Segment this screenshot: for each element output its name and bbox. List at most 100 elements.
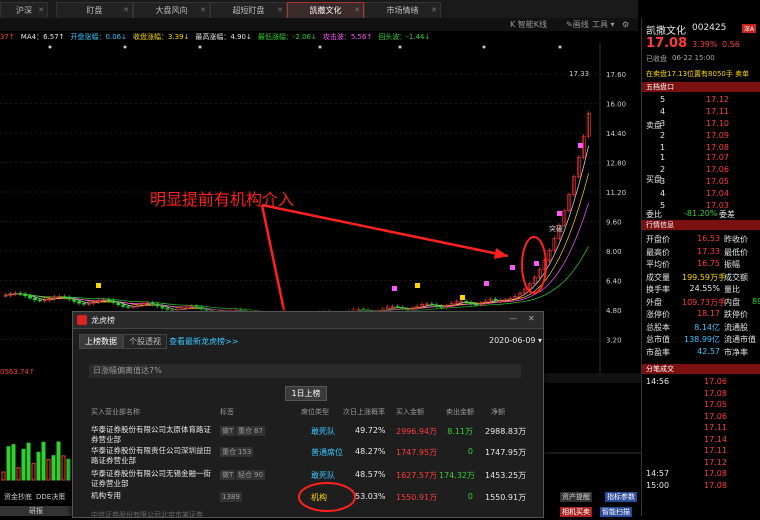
- candle-body: [493, 298, 498, 302]
- volume-bar: [56, 441, 61, 481]
- dde-button[interactable]: DDE决策: [36, 492, 65, 502]
- quote-label: 量比: [724, 285, 740, 294]
- volume-bar: [36, 451, 41, 481]
- lower-value: 0563.74↑: [0, 368, 35, 376]
- asset-alert-button[interactable]: 资产提醒: [560, 492, 592, 502]
- last-price: 17.08: [646, 36, 688, 51]
- indicator-value: 收盘涨幅：3.39↓: [132, 33, 190, 41]
- volume-bar: [11, 444, 16, 481]
- sell-price: 17.11: [706, 107, 729, 116]
- tab-sentiment[interactable]: 市场情绪 ✕: [364, 2, 441, 19]
- draw-line-button[interactable]: ✎画线: [566, 18, 589, 31]
- order-book-title: 五档盘口: [642, 82, 760, 92]
- seat-type[interactable]: 普通席位: [311, 447, 343, 458]
- candle-body: [111, 300, 116, 303]
- close-icon[interactable]: ✕: [200, 3, 206, 18]
- signal-marker: [96, 283, 101, 288]
- candle-body: [150, 302, 155, 305]
- tab-short-watch[interactable]: 超短盯盘 ✕: [210, 2, 287, 19]
- broker-name: 华泰证券股份有限责任公司深圳益田路证券营业部: [91, 446, 211, 465]
- quote-time: 06-22 15:00: [672, 54, 715, 62]
- tab-hushen[interactable]: 沪深 ✕: [0, 2, 48, 19]
- sell-amount: 174.32万: [439, 471, 475, 480]
- stock-code: 002425: [692, 23, 727, 33]
- next-day-prob: 49.72%: [355, 426, 386, 435]
- tab-dingpan[interactable]: 盯盘 ✕: [56, 2, 133, 19]
- breakout-label: 突破: [549, 224, 563, 233]
- tab-kaisa[interactable]: 凯撒文化 ✕: [287, 2, 364, 19]
- quote-label: 市盈率: [646, 347, 670, 357]
- quote-label: 昨收价: [724, 235, 748, 244]
- y-tick-label: 12.80: [606, 160, 626, 168]
- y-tick-label: 3.20: [606, 337, 622, 345]
- indicator-params-button[interactable]: 指标参数: [605, 492, 637, 502]
- close-icon[interactable]: ✕: [354, 3, 360, 18]
- candle-body: [155, 303, 160, 307]
- settings-icon[interactable]: ⚙: [622, 18, 629, 31]
- capital-bottom-button[interactable]: 资金抄底: [4, 492, 32, 502]
- broker-name: 中信证券股份有限公司北京市某证券: [91, 511, 203, 519]
- tick-price: 17.06: [704, 411, 727, 421]
- tab-stock-view[interactable]: 个股透视: [123, 334, 167, 349]
- next-day-prob: 53.03%: [355, 492, 386, 501]
- quote-label: 成交额: [724, 272, 748, 282]
- quote-value: 24.55%: [689, 284, 720, 293]
- reason-bar: 日涨幅偏离值达7%: [89, 364, 521, 378]
- tab-market-trend[interactable]: 大盘风向 ✕: [133, 2, 210, 19]
- signal-marker: [578, 143, 583, 148]
- research-tab[interactable]: 研报: [0, 506, 72, 516]
- broker-name: 机构专用: [91, 491, 121, 500]
- quote-value: 109.73万手: [682, 297, 726, 307]
- quote-label: 内盘: [724, 297, 740, 307]
- buy-price: 17.06: [706, 165, 729, 174]
- volume-bar: [41, 441, 46, 481]
- seat-type[interactable]: 敢死队: [311, 470, 335, 481]
- buy-side-label: 买盘: [646, 175, 662, 184]
- close-icon[interactable]: ✕: [277, 3, 283, 18]
- tools-menu[interactable]: 工具 ▾: [592, 18, 615, 31]
- top-marker: [398, 45, 402, 49]
- close-icon[interactable]: ✕: [528, 314, 535, 323]
- broker-tag: 1389: [220, 492, 242, 502]
- y-tick-label: 11.20: [606, 189, 626, 197]
- quote-value: 17.33: [697, 246, 720, 256]
- sell-side-label: 卖盘: [646, 121, 662, 130]
- buy-amount: 2996.94万: [396, 427, 438, 436]
- sell-level: 2: [660, 131, 666, 140]
- candle-body: [194, 306, 199, 308]
- tick-price: 17.06: [704, 377, 727, 386]
- stock-name: 凯撒文化: [646, 26, 686, 37]
- latest-list-link[interactable]: 查看最新龙虎榜>>: [169, 336, 238, 347]
- close-icon[interactable]: ✕: [123, 3, 129, 18]
- close-icon[interactable]: ✕: [38, 3, 44, 18]
- arrow-head: [494, 248, 508, 259]
- minimize-icon[interactable]: —: [509, 314, 517, 323]
- candle-body: [160, 305, 165, 309]
- smart-kline-button[interactable]: K 智能K线: [510, 18, 547, 31]
- quote-label: 市净率: [724, 347, 748, 357]
- tab-list-data[interactable]: 上榜数据: [79, 334, 123, 349]
- quote-value: 16.53: [697, 234, 720, 243]
- candle-body: [33, 297, 37, 301]
- annotation-text: 明显提前有机构介入: [150, 190, 295, 209]
- quote-value: 42.57: [697, 346, 720, 356]
- seat-type[interactable]: 敢死队: [311, 426, 335, 437]
- indicator-value: MA4：6.57↑: [20, 33, 65, 41]
- date-select[interactable]: 2020-06-09 ▾: [489, 336, 542, 345]
- broker-tag: 做T: [220, 426, 236, 436]
- buy-level: 3: [660, 177, 666, 186]
- volume-bar: [61, 455, 66, 481]
- top-marker: [48, 45, 52, 49]
- buy-price: 17.07: [706, 153, 729, 162]
- one-day-button[interactable]: 1日上榜: [285, 386, 327, 401]
- candle-body: [165, 307, 170, 311]
- indicator-value: 最高涨幅：4.90↓: [195, 33, 252, 41]
- longhubang-dialog: 龙虎榜 — ✕ 上榜数据 个股透视 查看最新龙虎榜>> 2020-06-09 ▾…: [72, 311, 544, 519]
- signal-marker: [484, 281, 489, 286]
- seat-type[interactable]: 机构: [311, 492, 327, 503]
- close-icon[interactable]: ✕: [431, 3, 437, 18]
- sell-amount: 0: [467, 447, 473, 456]
- quote-info-title: 行情信息: [642, 220, 760, 230]
- weibi-label: 委比: [646, 210, 662, 219]
- tick-price: 17.11: [704, 446, 727, 455]
